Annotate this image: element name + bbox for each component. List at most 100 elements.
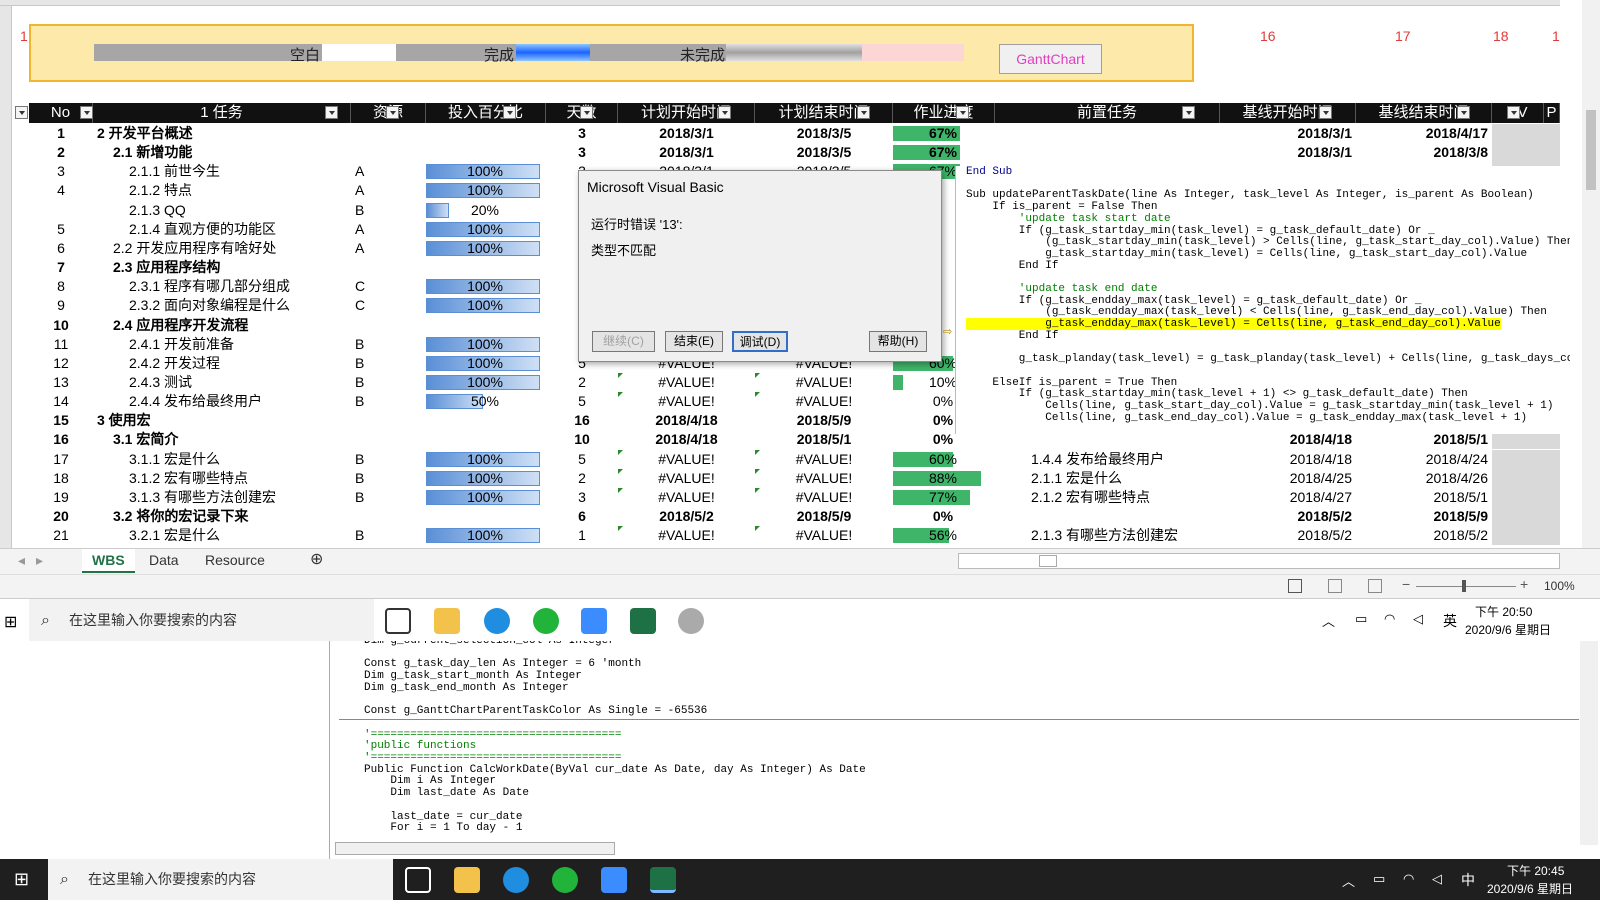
end-button[interactable]: 结束(E)	[665, 331, 723, 352]
cell-task[interactable]: 2.4 应用程序开发流程	[93, 316, 351, 335]
cell-prog[interactable]: 60%	[893, 450, 993, 469]
cell-task[interactable]: 3.2.1 宏是什么	[93, 526, 351, 545]
tab-wbs[interactable]: WBS	[82, 549, 135, 573]
cell-res[interactable]	[351, 143, 424, 162]
cell-days[interactable]: 3	[546, 143, 618, 162]
cell-no[interactable]: 5	[29, 220, 93, 239]
filter-dropdown-icon[interactable]	[1182, 106, 1195, 119]
search-box-2[interactable]: ⌕ 在这里输入你要搜索的内容	[48, 859, 393, 900]
cell-bs[interactable]: 2018/5/2	[1220, 507, 1356, 526]
continue-button[interactable]: 继续(C)	[592, 331, 655, 352]
filter-dropdown-icon[interactable]	[386, 106, 399, 119]
cell-ps[interactable]: #VALUE!	[618, 488, 755, 507]
cell-task[interactable]: 2 开发平台概述	[93, 124, 351, 143]
header-plan-end[interactable]: 计划结束时间	[755, 103, 893, 123]
cell-no[interactable]: 21	[29, 526, 93, 545]
horizontal-scrollbar[interactable]	[958, 553, 1560, 569]
cell-task[interactable]: 3 使用宏	[93, 411, 351, 430]
cell-ps[interactable]: #VALUE!	[618, 392, 755, 411]
volume-icon[interactable]: ◁	[1413, 611, 1423, 627]
cell-pct[interactable]: 100%	[426, 450, 544, 469]
cell-task[interactable]: 2.3 应用程序结构	[93, 258, 351, 277]
cell-pct[interactable]: 20%	[426, 201, 544, 220]
cell-res[interactable]: B	[351, 354, 424, 373]
edge-icon[interactable]	[484, 608, 510, 634]
cell-task[interactable]: 2.2 开发应用程序有啥好处	[93, 239, 351, 258]
wifi-icon-2[interactable]: ◠	[1403, 871, 1414, 887]
cell-be[interactable]: 2018/5/9	[1356, 507, 1492, 526]
cell-task[interactable]: 2.4.3 测试	[93, 373, 351, 392]
cell-pre[interactable]	[995, 507, 1220, 526]
cell-pe[interactable]: 2018/5/1	[755, 430, 893, 449]
cell-task[interactable]: 2.4.2 开发过程	[93, 354, 351, 373]
page-layout-icon[interactable]	[1328, 579, 1342, 593]
header-p[interactable]: P	[1544, 103, 1560, 123]
cell-res[interactable]	[351, 258, 424, 277]
cell-pct[interactable]: 100%	[426, 296, 544, 315]
cell-ps[interactable]: #VALUE!	[618, 450, 755, 469]
filter-dropdown-icon[interactable]	[1507, 106, 1520, 119]
code-vscrollbar[interactable]	[1580, 641, 1598, 845]
cell-task[interactable]: 2.4.1 开发前准备	[93, 335, 351, 354]
add-sheet-icon[interactable]: ⊕	[300, 549, 333, 573]
tray-chevron-icon-2[interactable]: ︿	[1342, 871, 1355, 890]
cell-task[interactable]: 3.2 将你的宏记录下来	[93, 507, 351, 526]
cell-no[interactable]: 17	[29, 450, 93, 469]
debug-button[interactable]: 调试(D)	[732, 331, 788, 352]
windows-start-icon[interactable]: ⊞	[4, 612, 17, 632]
cell-pe[interactable]: #VALUE!	[755, 450, 893, 469]
windows-start-icon-2[interactable]: ⊞	[14, 869, 29, 890]
cell-pct[interactable]: 100%	[426, 220, 544, 239]
cell-days[interactable]: 2	[546, 373, 618, 392]
cell-prog[interactable]: 77%	[893, 488, 993, 507]
tray-chevron-icon[interactable]: ︿	[1322, 611, 1335, 630]
cell-ev[interactable]	[1492, 449, 1560, 469]
cell-ev[interactable]	[1492, 143, 1560, 163]
cell-no[interactable]: 18	[29, 469, 93, 488]
scrollbar-thumb[interactable]	[1586, 110, 1596, 190]
cell-no[interactable]: 15	[29, 411, 93, 430]
cell-be[interactable]: 2018/4/24	[1356, 450, 1492, 469]
cell-res[interactable]	[351, 430, 424, 449]
cell-res[interactable]: C	[351, 277, 424, 296]
tab-resource[interactable]: Resource	[195, 549, 275, 573]
cell-res[interactable]: B	[351, 469, 424, 488]
cell-task[interactable]: 2.1.1 前世今生	[93, 162, 351, 181]
cell-be[interactable]: 2018/4/26	[1356, 469, 1492, 488]
cell-res[interactable]: B	[351, 335, 424, 354]
cell-task[interactable]: 3.1 宏简介	[93, 430, 351, 449]
cell-res[interactable]: A	[351, 220, 424, 239]
cell-task[interactable]: 2.1 新增功能	[93, 143, 351, 162]
filter-dropdown-icon[interactable]	[857, 106, 870, 119]
cell-be[interactable]: 2018/3/8	[1356, 143, 1492, 162]
horizontal-scrollbar-thumb[interactable]	[1039, 555, 1057, 567]
cell-no[interactable]: 20	[29, 507, 93, 526]
filter-dropdown-icon[interactable]	[1457, 106, 1470, 119]
cell-prog[interactable]: 56%	[893, 526, 993, 545]
cell-pe[interactable]: 2018/5/9	[755, 507, 893, 526]
header-progress[interactable]: 作业进度	[893, 103, 995, 123]
cell-ev[interactable]	[1492, 507, 1560, 526]
cell-pct[interactable]: 100%	[426, 469, 544, 488]
cell-bs[interactable]: 2018/3/1	[1220, 143, 1356, 162]
zoom-out-icon[interactable]: −	[1402, 576, 1410, 592]
cell-pct[interactable]	[426, 143, 544, 162]
cell-pct[interactable]	[426, 316, 544, 335]
cell-no[interactable]: 13	[29, 373, 93, 392]
paint-icon[interactable]	[678, 608, 704, 634]
clock-date[interactable]: 2020/9/6 星期日	[1465, 621, 1551, 638]
filter-dropdown-icon[interactable]	[15, 106, 28, 119]
zoom-slider[interactable]	[1416, 586, 1516, 587]
cell-res[interactable]: A	[351, 239, 424, 258]
header-baseline-start[interactable]: 基线开始时间	[1220, 103, 1356, 123]
cell-no[interactable]: 14	[29, 392, 93, 411]
cell-pre[interactable]	[995, 124, 1220, 143]
cell-bs[interactable]: 2018/3/1	[1220, 124, 1356, 143]
cell-be[interactable]: 2018/5/2	[1356, 526, 1492, 545]
cell-days[interactable]: 6	[546, 507, 618, 526]
task-view-icon[interactable]	[385, 608, 411, 634]
zoom-level[interactable]: 100%	[1544, 579, 1575, 593]
cell-res[interactable]: A	[351, 162, 424, 181]
baidu-netdisk-icon-2[interactable]	[601, 867, 627, 893]
cell-ps[interactable]: 2018/3/1	[618, 143, 755, 162]
